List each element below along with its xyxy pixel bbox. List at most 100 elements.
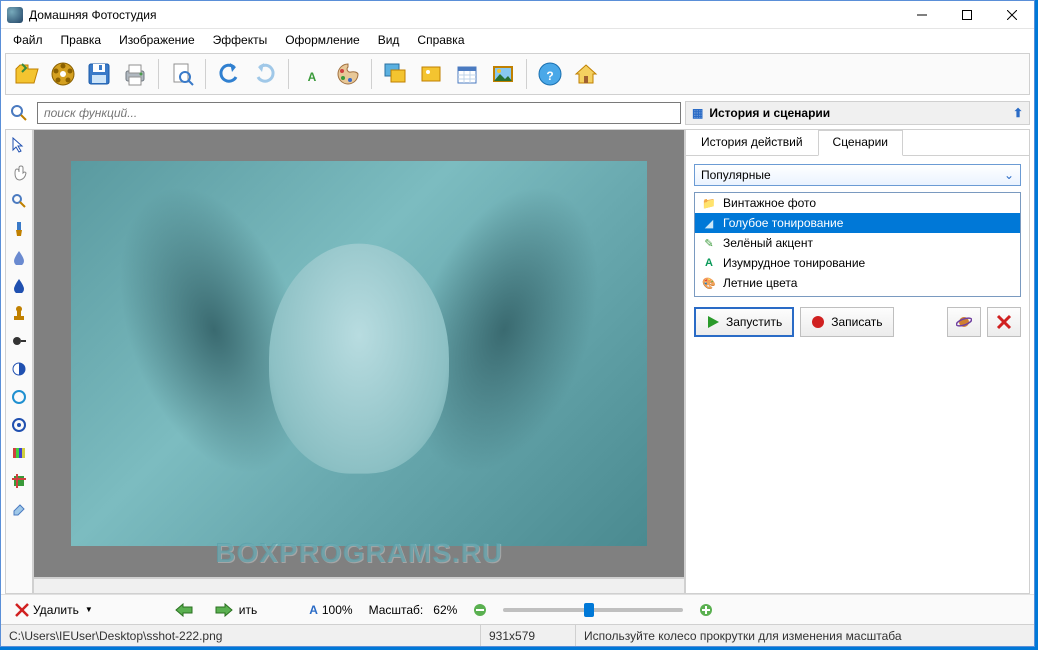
dropdown-arrow-icon: ▼ bbox=[85, 605, 93, 614]
saturn-icon bbox=[956, 314, 972, 330]
canvas-image bbox=[71, 161, 647, 546]
gradient-tool[interactable] bbox=[8, 442, 30, 464]
zoom-100-button[interactable]: A100% bbox=[303, 601, 358, 619]
hand-tool[interactable] bbox=[8, 162, 30, 184]
menu-view[interactable]: Вид bbox=[370, 31, 408, 49]
next-image-button[interactable]: ить bbox=[209, 601, 263, 619]
stamp-tool[interactable] bbox=[8, 302, 30, 324]
menu-image[interactable]: Изображение bbox=[111, 31, 203, 49]
svg-text:A: A bbox=[308, 70, 317, 84]
settings-button[interactable] bbox=[947, 307, 981, 337]
tab-history[interactable]: История действий bbox=[686, 130, 818, 155]
palette-button[interactable] bbox=[331, 57, 365, 91]
zoom-tool[interactable] bbox=[8, 190, 30, 212]
tab-scenarios[interactable]: Сценарии bbox=[818, 130, 903, 156]
zoom-slider[interactable] bbox=[503, 608, 683, 612]
open-button[interactable] bbox=[10, 57, 44, 91]
eraser-tool[interactable] bbox=[8, 498, 30, 520]
main-area: BOXPROGRAMS.RU История действий Сценарии… bbox=[5, 129, 1030, 594]
film-button[interactable] bbox=[46, 57, 80, 91]
contrast-tool[interactable] bbox=[8, 358, 30, 380]
right-panel-header[interactable]: ▦ История и сценарии ⬆ bbox=[685, 101, 1030, 125]
brush-tool[interactable] bbox=[8, 218, 30, 240]
app-window: Домашняя Фотостудия Файл Правка Изображе… bbox=[0, 0, 1035, 647]
preset-item-blue-toning[interactable]: ◢Голубое тонирование bbox=[695, 213, 1020, 233]
bottom-bar: Удалить ▼ ить A100% Масштаб: 62% bbox=[1, 594, 1034, 624]
zoom-slider-thumb[interactable] bbox=[584, 603, 594, 617]
blur-tool[interactable] bbox=[8, 414, 30, 436]
horizontal-scrollbar[interactable] bbox=[33, 578, 685, 594]
image-button[interactable] bbox=[414, 57, 448, 91]
preset-item-green-accent[interactable]: ✎Зелёный акцент bbox=[695, 233, 1020, 253]
close-button[interactable] bbox=[989, 1, 1034, 29]
collapse-icon[interactable]: ⬆ bbox=[1013, 106, 1023, 120]
palette-icon: 🎨 bbox=[701, 275, 717, 291]
panel-tabs: История действий Сценарии bbox=[686, 130, 1029, 156]
svg-text:?: ? bbox=[546, 69, 553, 83]
main-toolbar: A ? bbox=[5, 53, 1030, 95]
images-button[interactable] bbox=[378, 57, 412, 91]
tool-palette bbox=[5, 129, 33, 594]
sharpen-tool[interactable] bbox=[8, 386, 30, 408]
watermark: BOXPROGRAMS.RU bbox=[215, 537, 503, 569]
search-row: ▦ История и сценарии ⬆ bbox=[5, 99, 1030, 127]
arrow-left-icon bbox=[175, 603, 193, 617]
x-icon bbox=[996, 314, 1012, 330]
delete-button[interactable]: Удалить ▼ bbox=[9, 601, 99, 619]
canvas[interactable]: BOXPROGRAMS.RU bbox=[33, 129, 685, 578]
app-icon bbox=[7, 7, 23, 23]
search-icon bbox=[5, 101, 33, 125]
zoom-in-button[interactable] bbox=[693, 601, 719, 619]
zoom-label: Масштаб: bbox=[369, 603, 424, 617]
delete-preset-button[interactable] bbox=[987, 307, 1021, 337]
search-input[interactable] bbox=[37, 102, 681, 124]
undo-button[interactable] bbox=[212, 57, 246, 91]
menu-file[interactable]: Файл bbox=[5, 31, 51, 49]
drop-tool[interactable] bbox=[8, 246, 30, 268]
cursor-tool[interactable] bbox=[8, 134, 30, 156]
triangle-icon: ◢ bbox=[701, 215, 717, 231]
app-title: Домашняя Фотостудия bbox=[29, 8, 899, 22]
history-panel-icon: ▦ bbox=[692, 106, 703, 120]
x-icon bbox=[15, 603, 29, 617]
arrow-right-icon bbox=[215, 603, 233, 617]
home-button[interactable] bbox=[569, 57, 603, 91]
maximize-button[interactable] bbox=[944, 1, 989, 29]
status-dimensions: 931x579 bbox=[481, 625, 576, 646]
letter-a-icon: A bbox=[309, 603, 318, 617]
minus-icon bbox=[473, 603, 487, 617]
zoom-out-button[interactable] bbox=[467, 601, 493, 619]
preset-list[interactable]: 📁Винтажное фото ◢Голубое тонирование ✎Зе… bbox=[694, 192, 1021, 297]
status-hint: Используйте колесо прокрутки для изменен… bbox=[576, 625, 1034, 646]
text-tool-button[interactable]: A bbox=[295, 57, 329, 91]
menu-help[interactable]: Справка bbox=[409, 31, 472, 49]
title-bar: Домашняя Фотостудия bbox=[1, 1, 1034, 29]
dropdown-value: Популярные bbox=[701, 168, 771, 182]
landscape-button[interactable] bbox=[486, 57, 520, 91]
shape-tool[interactable] bbox=[8, 274, 30, 296]
folder-icon: 📁 bbox=[701, 195, 717, 211]
print-button[interactable] bbox=[118, 57, 152, 91]
preset-item-emerald-toning[interactable]: AИзумрудное тонирование bbox=[695, 253, 1020, 273]
run-button[interactable]: Запустить bbox=[694, 307, 794, 337]
preset-item-summer-colors[interactable]: 🎨Летние цвета bbox=[695, 273, 1020, 293]
right-panel-title: История и сценарии bbox=[709, 106, 830, 120]
menu-effects[interactable]: Эффекты bbox=[205, 31, 276, 49]
calendar-button[interactable] bbox=[450, 57, 484, 91]
menu-edit[interactable]: Правка bbox=[53, 31, 110, 49]
help-button[interactable]: ? bbox=[533, 57, 567, 91]
preview-button[interactable] bbox=[165, 57, 199, 91]
save-button[interactable] bbox=[82, 57, 116, 91]
prev-image-button[interactable] bbox=[169, 601, 199, 619]
status-filepath: C:\Users\IEUser\Desktop\sshot-222.png bbox=[1, 625, 481, 646]
letter-a-icon: A bbox=[701, 255, 717, 271]
dodge-tool[interactable] bbox=[8, 330, 30, 352]
preset-item-vintage[interactable]: 📁Винтажное фото bbox=[695, 193, 1020, 213]
minimize-button[interactable] bbox=[899, 1, 944, 29]
redo-button[interactable] bbox=[248, 57, 282, 91]
record-button[interactable]: Записать bbox=[800, 307, 893, 337]
preset-category-dropdown[interactable]: Популярные ⌄ bbox=[694, 164, 1021, 186]
menu-decorate[interactable]: Оформление bbox=[277, 31, 367, 49]
crop-tool[interactable] bbox=[8, 470, 30, 492]
chevron-down-icon: ⌄ bbox=[1004, 168, 1014, 182]
